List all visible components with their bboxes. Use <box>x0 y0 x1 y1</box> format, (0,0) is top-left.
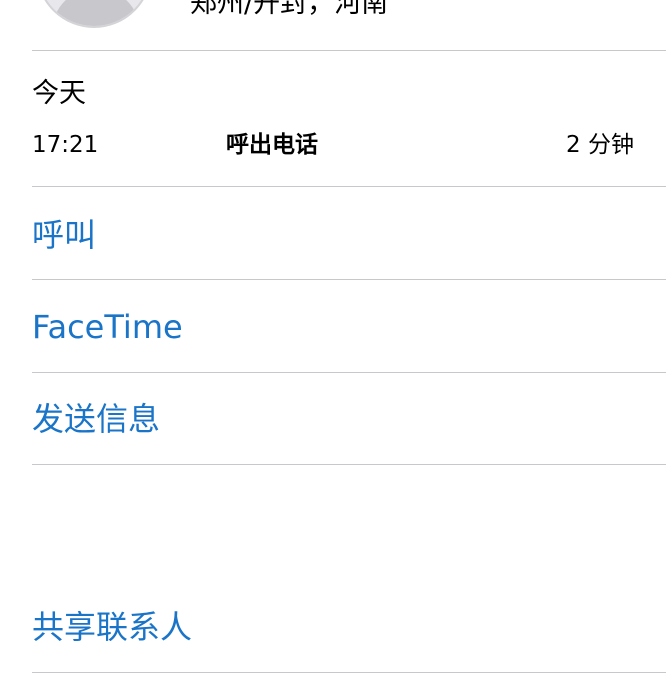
avatar-shoulders-icon <box>52 0 140 26</box>
contact-location: 郑州/开封，河南 <box>190 0 389 19</box>
separator <box>32 50 666 51</box>
separator <box>32 279 666 280</box>
send-message-button[interactable]: 发送信息 <box>32 398 160 440</box>
call-type: 呼出电话 <box>226 132 318 158</box>
call-log-row: 17:21 呼出电话 2 分钟 <box>32 128 634 162</box>
separator <box>32 372 666 373</box>
call-duration: 2 分钟 <box>566 132 634 158</box>
separator <box>32 464 666 465</box>
contact-avatar <box>36 0 152 28</box>
facetime-button[interactable]: FaceTime <box>32 306 183 348</box>
call-button[interactable]: 呼叫 <box>32 214 96 256</box>
recents-day-label: 今天 <box>32 78 86 109</box>
separator <box>32 672 666 673</box>
share-contact-button[interactable]: 共享联系人 <box>32 606 192 648</box>
separator <box>32 186 666 187</box>
call-time: 17:21 <box>32 132 99 158</box>
